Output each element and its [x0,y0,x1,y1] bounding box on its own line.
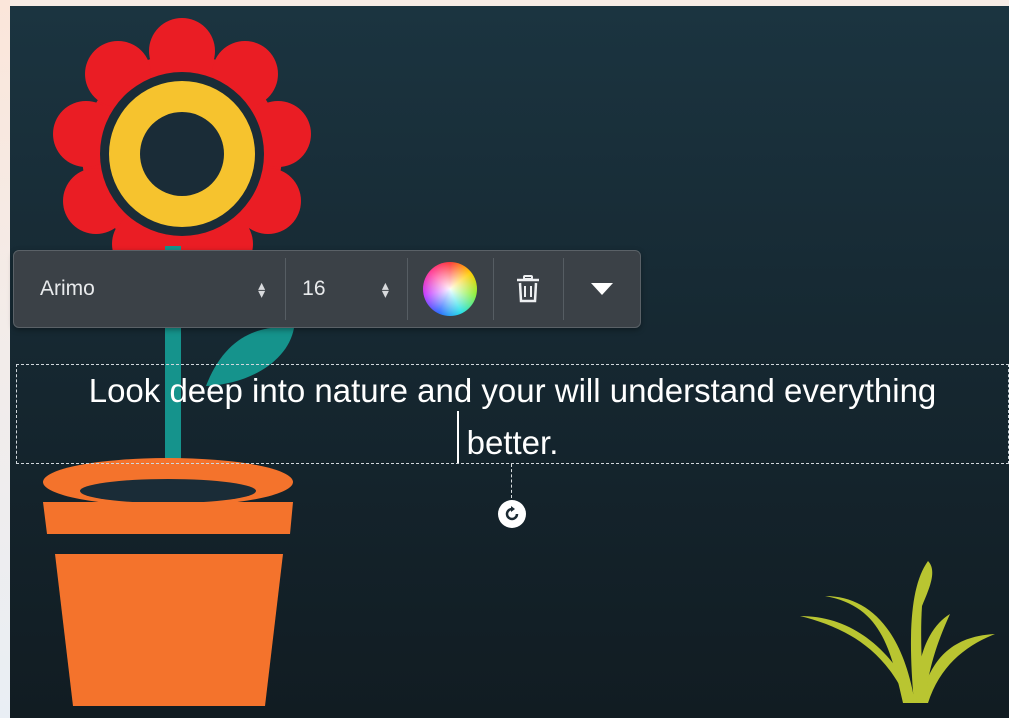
rotate-connector [511,464,512,498]
color-picker-button[interactable] [408,251,493,327]
rotate-handle[interactable] [498,500,526,528]
caret-down-icon [591,283,614,295]
text-line-1: Look deep into nature and your will unde… [88,372,937,409]
flower-pot-icon[interactable] [43,458,293,706]
delete-button[interactable] [494,251,564,327]
page-edge [0,0,10,718]
font-size-value: 16 [302,277,326,300]
select-arrows-icon: ▴ ▾ [381,277,389,301]
color-wheel-icon [423,262,478,316]
design-canvas[interactable] [10,6,1009,718]
more-options-button[interactable] [564,251,640,327]
font-family-value: Arimo [40,277,95,300]
font-family-select[interactable]: Arimo ▴ ▾ [14,251,285,327]
text-cursor [457,411,459,463]
rotate-icon [505,506,519,521]
font-size-select[interactable]: 16 ▴ ▾ [286,251,407,327]
select-arrows-icon: ▴ ▾ [258,277,266,301]
grass-icon[interactable] [800,561,995,703]
text-toolbar: Arimo ▴ ▾ 16 ▴ ▾ [13,250,641,328]
selected-text-box[interactable]: Look deep into nature and your will unde… [16,364,1009,464]
text-content[interactable]: Look deep into nature and your will unde… [17,365,1008,469]
text-line-2: better. [466,424,559,461]
canvas-artwork [43,18,995,706]
trash-icon [517,275,540,303]
flower-icon[interactable] [53,18,311,277]
